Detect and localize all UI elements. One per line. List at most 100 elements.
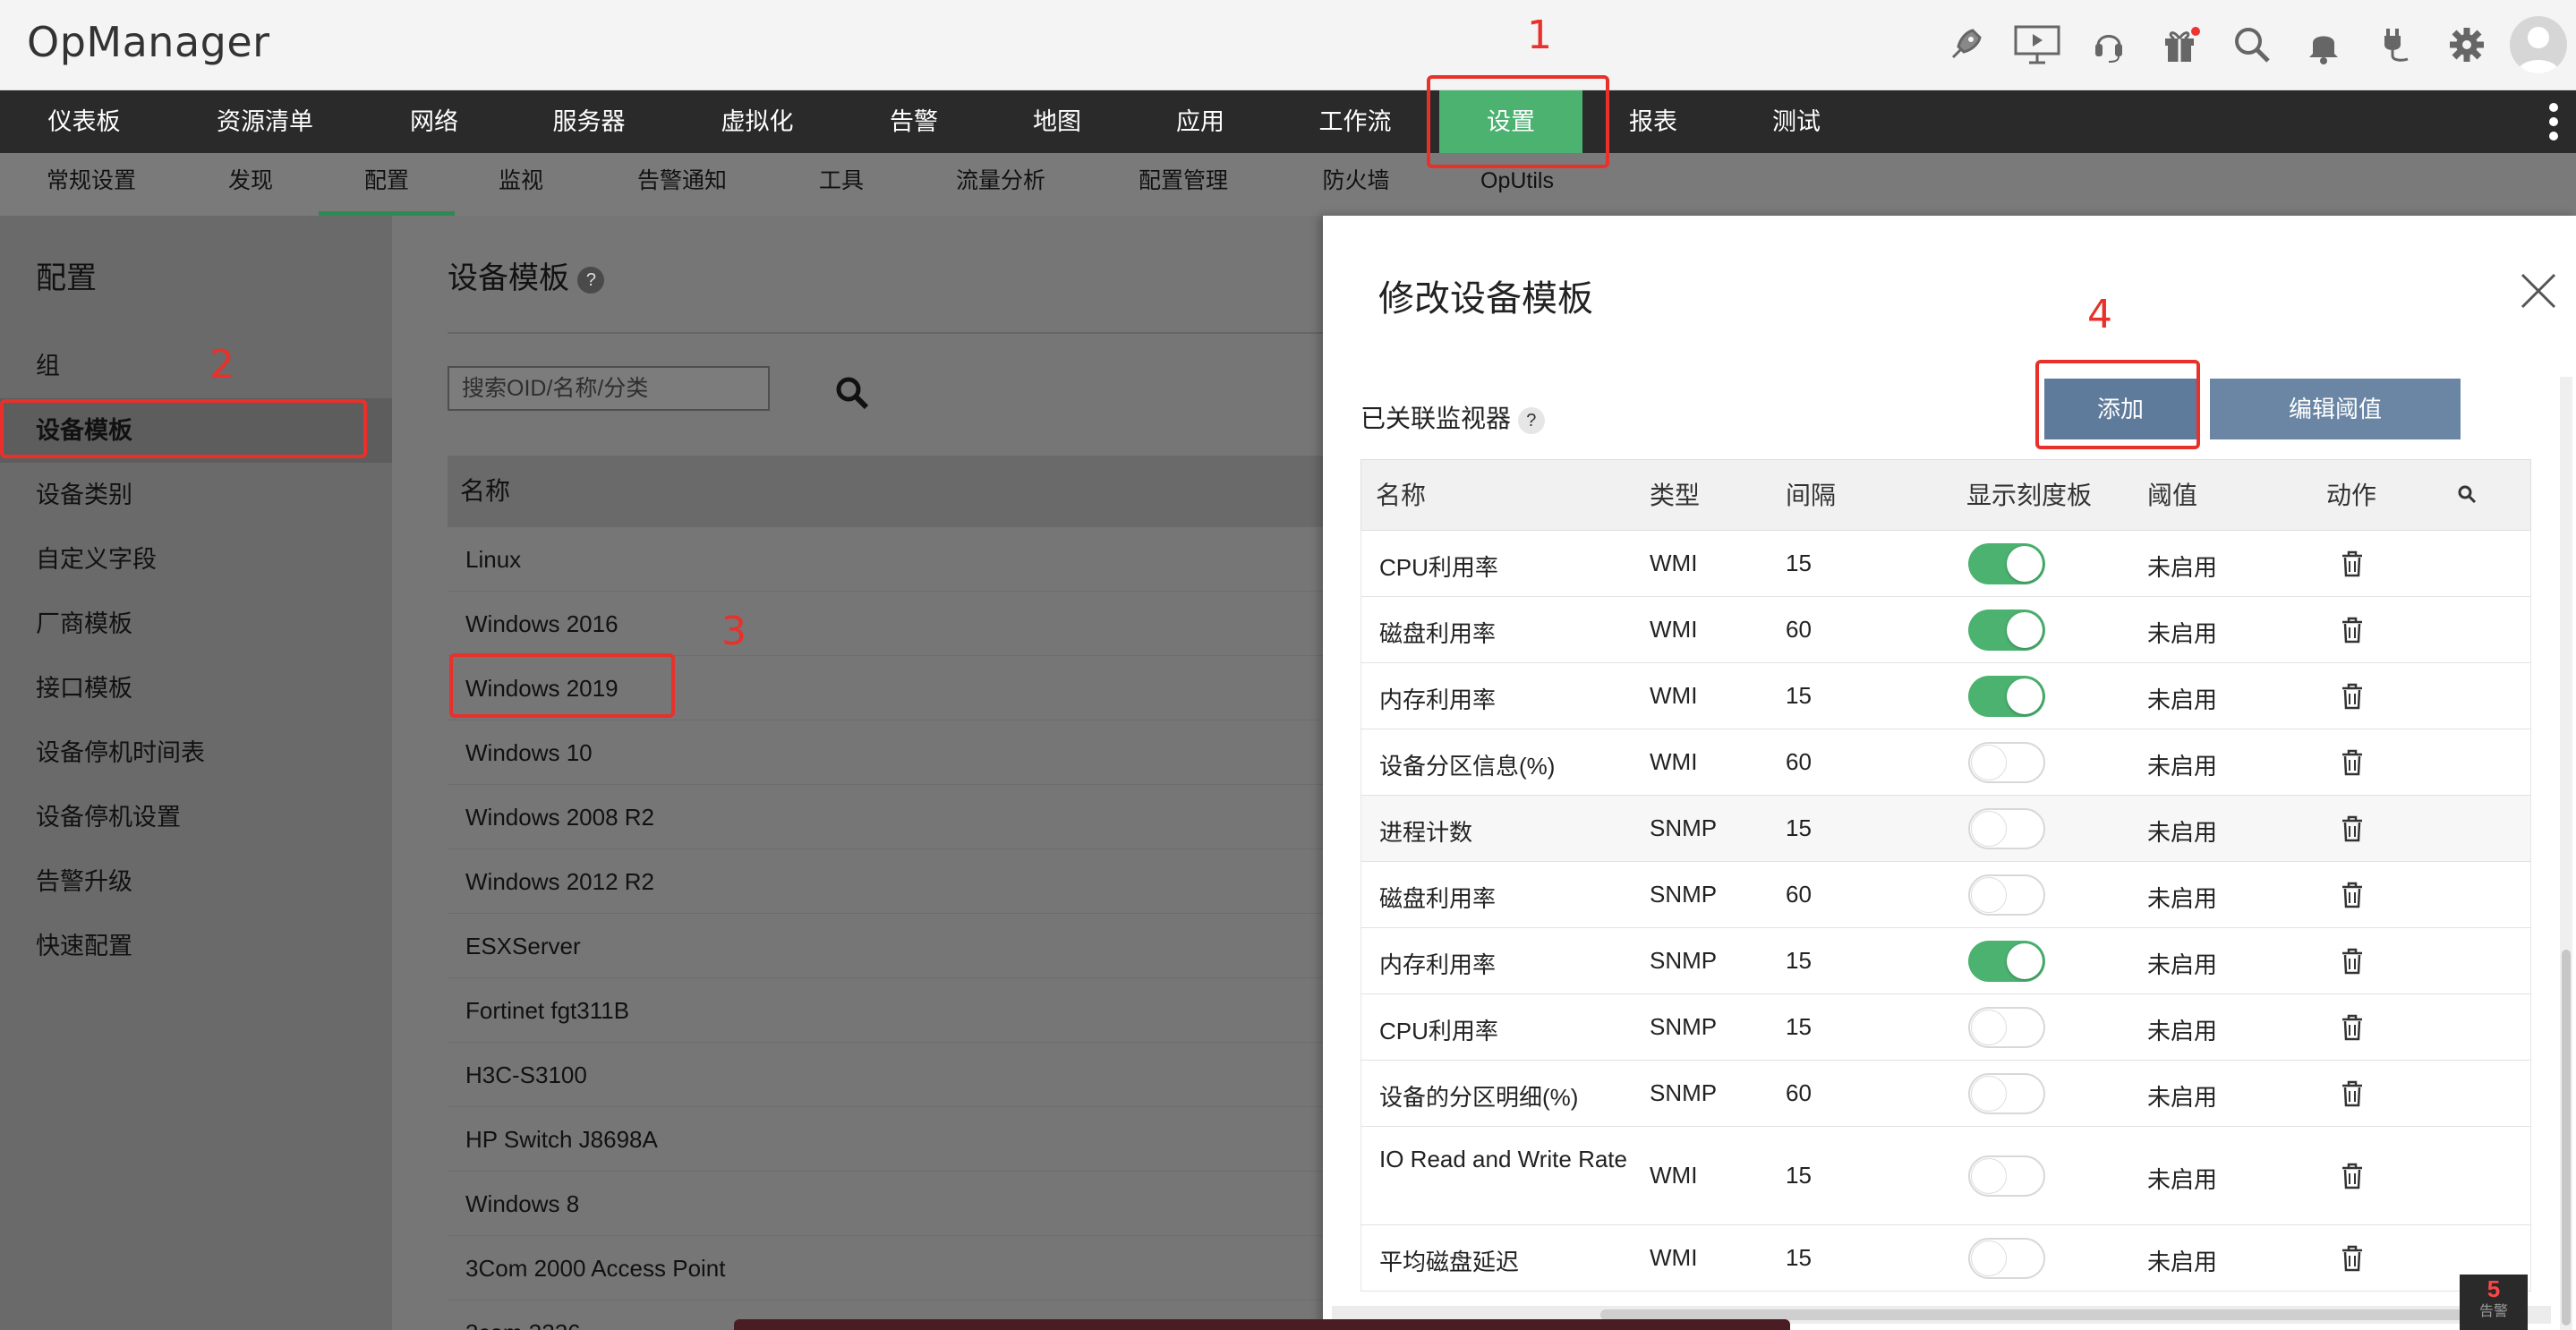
nav-inventory[interactable]: 资源清单: [177, 90, 353, 153]
dashboard-toggle[interactable]: [1968, 808, 2045, 849]
dashboard-toggle[interactable]: [1968, 874, 2045, 916]
template-row[interactable]: Windows 2012 R2: [448, 849, 1343, 914]
nav-workflow[interactable]: 工作流: [1294, 90, 1416, 153]
more-menu-icon[interactable]: [2549, 103, 2560, 141]
search-icon[interactable]: [834, 375, 870, 411]
alarm-count-badge[interactable]: 5 告警: [2460, 1275, 2528, 1330]
monitor-row[interactable]: CPU利用率 SNMP 15 未启用: [1361, 994, 2531, 1061]
help-icon[interactable]: ?: [1517, 406, 1545, 434]
col-threshold[interactable]: 阈值: [2147, 460, 2197, 532]
template-row[interactable]: ESXServer: [448, 914, 1343, 978]
alarm-count: 5: [2486, 1275, 2501, 1302]
col-name[interactable]: 名称: [1376, 460, 1426, 532]
gift-icon[interactable]: [2145, 16, 2216, 73]
trash-icon[interactable]: [2341, 683, 2364, 710]
trash-icon[interactable]: [2341, 1014, 2364, 1041]
template-row[interactable]: HP Switch J8698A: [448, 1107, 1343, 1172]
monitor-row[interactable]: 磁盘利用率 SNMP 60 未启用: [1361, 862, 2531, 928]
dashboard-toggle[interactable]: [1968, 1073, 2045, 1114]
subnav-tools[interactable]: 工具: [806, 153, 877, 216]
trash-icon[interactable]: [2341, 1080, 2364, 1107]
trash-icon[interactable]: [2341, 948, 2364, 975]
template-row[interactable]: 3Com 2000 Access Point: [448, 1236, 1343, 1300]
edit-threshold-button[interactable]: 编辑阈值: [2210, 379, 2461, 439]
template-row[interactable]: Linux: [448, 527, 1343, 592]
dashboard-toggle[interactable]: [1968, 610, 2045, 651]
dashboard-toggle[interactable]: [1968, 941, 2045, 982]
subnav-config-management[interactable]: 配置管理: [1121, 153, 1246, 216]
presentation-icon[interactable]: [2001, 16, 2073, 73]
subnav-firewall[interactable]: 防火墙: [1307, 153, 1405, 216]
dashboard-toggle[interactable]: [1968, 1007, 2045, 1048]
subnav-notifications[interactable]: 告警通知: [619, 153, 745, 216]
monitor-row[interactable]: 内存利用率 SNMP 15 未启用: [1361, 928, 2531, 994]
monitor-row[interactable]: 设备的分区明细(%) SNMP 60 未启用: [1361, 1061, 2531, 1127]
headset-icon[interactable]: [2073, 16, 2145, 73]
dashboard-toggle[interactable]: [1968, 742, 2045, 783]
nav-maps[interactable]: 地图: [1008, 90, 1106, 153]
nav-servers[interactable]: 服务器: [528, 90, 650, 153]
monitor-row[interactable]: CPU利用率 WMI 15 未启用: [1361, 531, 2531, 597]
help-icon[interactable]: ?: [577, 267, 605, 294]
nav-dashboard[interactable]: 仪表板: [11, 90, 158, 153]
col-type[interactable]: 类型: [1650, 460, 1700, 532]
template-row[interactable]: Windows 2008 R2: [448, 785, 1343, 849]
dashboard-toggle[interactable]: [1968, 543, 2045, 584]
monitor-row[interactable]: 进程计数 SNMP 15 未启用: [1361, 796, 2531, 862]
subnav-general[interactable]: 常规设置: [27, 153, 156, 216]
template-row[interactable]: Fortinet fgt311B: [448, 978, 1343, 1043]
dashboard-toggle[interactable]: [1968, 1238, 2045, 1279]
dashboard-toggle[interactable]: [1968, 1155, 2045, 1197]
search-icon[interactable]: [2216, 16, 2288, 73]
sidebar-item-vendor-templates[interactable]: 厂商模板: [0, 592, 392, 656]
monitor-row[interactable]: 设备分区信息(%) WMI 60 未启用: [1361, 729, 2531, 796]
trash-icon[interactable]: [2341, 749, 2364, 776]
template-row[interactable]: Windows 10: [448, 720, 1343, 785]
col-dashboard[interactable]: 显示刻度板: [1966, 460, 2092, 532]
monitor-row[interactable]: IO Read and Write Rate WMI 15 未启用: [1361, 1127, 2531, 1225]
monitor-row[interactable]: 磁盘利用率 WMI 60 未启用: [1361, 597, 2531, 663]
sidebar-item-downtime-settings[interactable]: 设备停机设置: [0, 785, 392, 849]
column-header-name[interactable]: 名称: [448, 456, 1343, 527]
bell-icon[interactable]: [2288, 16, 2359, 73]
close-icon[interactable]: [2519, 271, 2558, 311]
nav-test[interactable]: 测试: [1747, 90, 1846, 153]
sidebar-item-groups[interactable]: 组: [0, 334, 392, 398]
sidebar-item-custom-fields[interactable]: 自定义字段: [0, 527, 392, 592]
plug-icon[interactable]: [2359, 16, 2431, 73]
sidebar-item-quick-config[interactable]: 快速配置: [0, 914, 392, 978]
sidebar-item-alarm-escalation[interactable]: 告警升级: [0, 849, 392, 914]
nav-alarms[interactable]: 告警: [865, 90, 963, 153]
trash-icon[interactable]: [2341, 617, 2364, 644]
subnav-flow-analysis[interactable]: 流量分析: [938, 153, 1063, 216]
template-search-input[interactable]: 搜索OID/名称/分类: [448, 366, 770, 411]
subnav-configuration[interactable]: 配置: [319, 153, 455, 216]
sidebar-item-device-categories[interactable]: 设备类别: [0, 463, 392, 527]
monitor-row[interactable]: 内存利用率 WMI 15 未启用: [1361, 663, 2531, 729]
dashboard-toggle[interactable]: [1968, 676, 2045, 717]
subnav-discovery[interactable]: 发现: [215, 153, 286, 216]
subnav-monitoring[interactable]: 监视: [485, 153, 557, 216]
trash-icon[interactable]: [2341, 1163, 2364, 1189]
app-logo[interactable]: OpManager: [27, 18, 270, 66]
trash-icon[interactable]: [2341, 1245, 2364, 1272]
template-row[interactable]: H3C-S3100: [448, 1043, 1343, 1107]
nav-network[interactable]: 网络: [385, 90, 483, 153]
table-search-icon[interactable]: [2457, 460, 2477, 532]
sidebar-item-downtime-schedule[interactable]: 设备停机时间表: [0, 720, 392, 785]
monitor-row[interactable]: 平均磁盘延迟 WMI 15 未启用: [1361, 1225, 2531, 1292]
nav-reports[interactable]: 报表: [1604, 90, 1702, 153]
col-interval[interactable]: 间隔: [1786, 460, 1836, 532]
nav-apps[interactable]: 应用: [1151, 90, 1250, 153]
trash-icon[interactable]: [2341, 550, 2364, 577]
vertical-scrollbar[interactable]: [2560, 377, 2572, 1330]
trash-icon[interactable]: [2341, 815, 2364, 842]
gear-icon[interactable]: [2431, 16, 2503, 73]
user-avatar-icon[interactable]: [2510, 16, 2567, 73]
template-row[interactable]: Windows 2016: [448, 592, 1343, 656]
nav-virtualization[interactable]: 虚拟化: [696, 90, 818, 153]
trash-icon[interactable]: [2341, 882, 2364, 908]
sidebar-item-interface-templates[interactable]: 接口模板: [0, 656, 392, 720]
rocket-icon[interactable]: [1930, 16, 2001, 73]
template-row[interactable]: Windows 8: [448, 1172, 1343, 1236]
